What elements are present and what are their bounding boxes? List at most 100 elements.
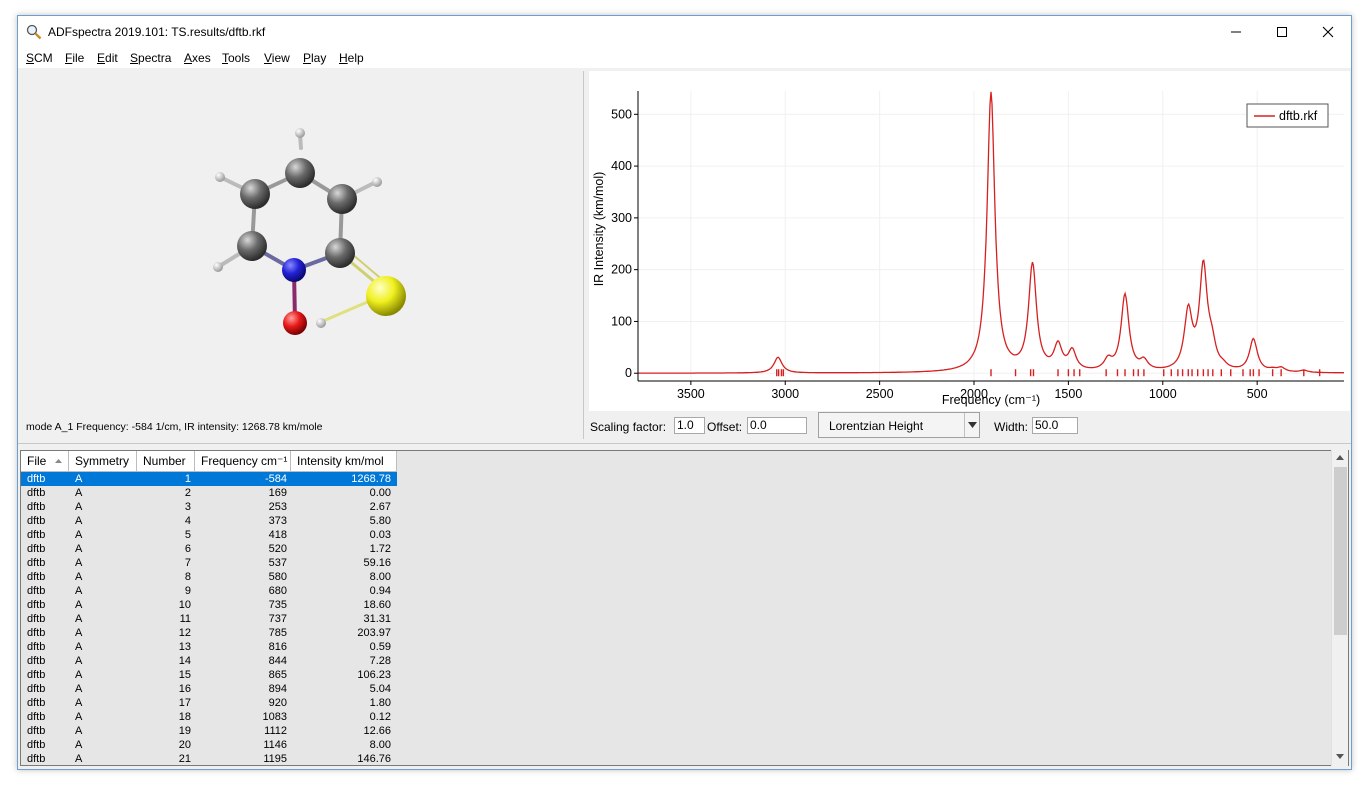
- scaling-factor-label: Scaling factor:: [590, 420, 667, 434]
- menu-tools[interactable]: Tools: [222, 51, 250, 65]
- cell-number: 18: [178, 711, 191, 723]
- molecule-view[interactable]: [18, 68, 580, 390]
- table-row[interactable]: dftb A 3 253 2.67: [21, 500, 397, 514]
- table-row[interactable]: dftb A 4 373 5.80: [21, 514, 397, 528]
- title-bar: ADFspectra 2019.101: TS.results/dftb.rkf: [18, 16, 1351, 48]
- cell-number: 5: [184, 529, 191, 541]
- table-row[interactable]: dftb A 8 580 8.00: [21, 570, 397, 584]
- menu-label: SCM: [26, 51, 53, 65]
- cell-symmetry: A: [75, 557, 83, 569]
- column-header-file[interactable]: File: [21, 451, 69, 471]
- cell-number: 1: [184, 473, 191, 485]
- cell-number: 21: [178, 753, 191, 765]
- table-row[interactable]: dftb A 9 680 0.94: [21, 584, 397, 598]
- table-row[interactable]: dftb A 20 1146 8.00: [21, 738, 397, 752]
- y-ticks: 0 100 200 300 400 500: [611, 107, 638, 380]
- cell-number: 4: [184, 515, 191, 527]
- cell-number: 16: [178, 683, 191, 695]
- table-row[interactable]: dftb A 12 785 203.97: [21, 626, 397, 640]
- lineshape-value: Lorentzian Height: [829, 419, 924, 433]
- horizontal-splitter[interactable]: [18, 443, 1351, 448]
- cell-intensity: 7.28: [369, 655, 391, 667]
- lineshape-dropdown[interactable]: Lorentzian Height: [818, 412, 980, 438]
- menu-play[interactable]: Play: [303, 51, 326, 65]
- menu-edit[interactable]: Edit: [97, 51, 118, 65]
- x-tick-label: 3500: [677, 387, 705, 401]
- menu-label: Axes: [184, 51, 211, 65]
- table-row[interactable]: dftb A 21 1195 146.76: [21, 752, 397, 765]
- cell-symmetry: A: [75, 515, 83, 527]
- column-header-number[interactable]: Number: [137, 451, 195, 471]
- cell-frequency: 1146: [263, 739, 287, 751]
- scrollbar-thumb[interactable]: [1334, 467, 1347, 635]
- y-tick-label: 200: [611, 263, 632, 277]
- menu-spectra[interactable]: Spectra: [130, 51, 171, 65]
- cell-file: dftb: [27, 487, 46, 499]
- offset-input[interactable]: 0.0: [747, 417, 807, 434]
- menu-label: Tools: [222, 51, 251, 65]
- cell-file: dftb: [27, 515, 46, 527]
- vertical-splitter[interactable]: [583, 71, 587, 439]
- table-row[interactable]: dftb A 17 920 1.80: [21, 696, 397, 710]
- column-header-frequency[interactable]: Frequency cm⁻¹: [195, 451, 291, 471]
- column-header-intensity[interactable]: Intensity km/mol: [291, 451, 397, 471]
- cell-symmetry: A: [75, 571, 83, 583]
- width-input[interactable]: 50.0: [1032, 417, 1078, 434]
- table-row[interactable]: dftb A 1 -584 1268.78: [21, 472, 397, 486]
- minimize-button[interactable]: [1213, 16, 1259, 48]
- menu-help[interactable]: Help: [339, 51, 364, 65]
- table-row[interactable]: dftb A 14 844 7.28: [21, 654, 397, 668]
- table-row[interactable]: dftb A 11 737 31.31: [21, 612, 397, 626]
- cell-symmetry: A: [75, 473, 83, 485]
- close-button[interactable]: [1305, 16, 1351, 48]
- table-row[interactable]: dftb A 2 169 0.00: [21, 486, 397, 500]
- table-row[interactable]: dftb A 10 735 18.60: [21, 598, 397, 612]
- menu-axes[interactable]: Axes: [184, 51, 211, 65]
- cell-file: dftb: [27, 669, 46, 681]
- menu-label: Spectra: [130, 51, 172, 65]
- cell-intensity: 106.23: [357, 669, 391, 681]
- table-scrollbar[interactable]: [1331, 450, 1348, 766]
- table-row[interactable]: dftb A 15 865 106.23: [21, 668, 397, 682]
- column-header-symmetry[interactable]: Symmetry: [69, 451, 137, 471]
- menu-file[interactable]: File: [65, 51, 84, 65]
- cell-frequency: 844: [268, 655, 287, 667]
- table-row[interactable]: dftb A 18 1083 0.12: [21, 710, 397, 724]
- cell-symmetry: A: [75, 627, 83, 639]
- cell-frequency: 680: [268, 585, 287, 597]
- scroll-up-icon[interactable]: [1336, 455, 1344, 460]
- scaling-factor-input[interactable]: 1.0: [674, 417, 705, 434]
- spectrum-plot[interactable]: 3500 3000 2500 2000 1500 1000 500 0 100 200 300 40…: [589, 71, 1350, 411]
- table-row[interactable]: dftb A 13 816 0.59: [21, 640, 397, 654]
- table-row[interactable]: dftb A 19 1112 12.66: [21, 724, 397, 738]
- menu-scm[interactable]: SCM: [26, 51, 53, 65]
- cell-frequency: 1195: [263, 753, 287, 765]
- minimize-icon: [1231, 31, 1241, 33]
- table-row[interactable]: dftb A 5 418 0.03: [21, 528, 397, 542]
- column-header-label: Symmetry: [75, 454, 129, 468]
- combo-divider: [964, 413, 965, 437]
- cell-symmetry: A: [75, 711, 83, 723]
- sort-ascending-icon: [55, 459, 62, 463]
- maximize-button[interactable]: [1259, 16, 1305, 48]
- close-icon: [1322, 26, 1334, 38]
- spectrum-chart[interactable]: 3500 3000 2500 2000 1500 1000 500 010020030040…: [589, 71, 1350, 411]
- table-row[interactable]: dftb A 16 894 5.04: [21, 682, 397, 696]
- cell-intensity: 2.67: [369, 501, 391, 513]
- cell-symmetry: A: [75, 487, 83, 499]
- cell-file: dftb: [27, 613, 46, 625]
- cell-frequency: 253: [268, 501, 287, 513]
- cell-file: dftb: [27, 529, 46, 541]
- table-header: File Symmetry Number Frequency cm⁻¹ Inte…: [21, 451, 397, 472]
- molecule-viewer[interactable]: [18, 68, 580, 390]
- cell-intensity: 146.76: [357, 753, 391, 765]
- table-row[interactable]: dftb A 7 537 59.16: [21, 556, 397, 570]
- width-label: Width:: [994, 420, 1029, 434]
- y-tick-label: 0: [625, 366, 632, 380]
- chart-grid: [638, 91, 1344, 381]
- cell-file: dftb: [27, 711, 46, 723]
- cell-number: 20: [178, 739, 191, 751]
- table-row[interactable]: dftb A 6 520 1.72: [21, 542, 397, 556]
- menu-view[interactable]: View: [264, 51, 290, 65]
- scroll-down-icon[interactable]: [1336, 754, 1344, 759]
